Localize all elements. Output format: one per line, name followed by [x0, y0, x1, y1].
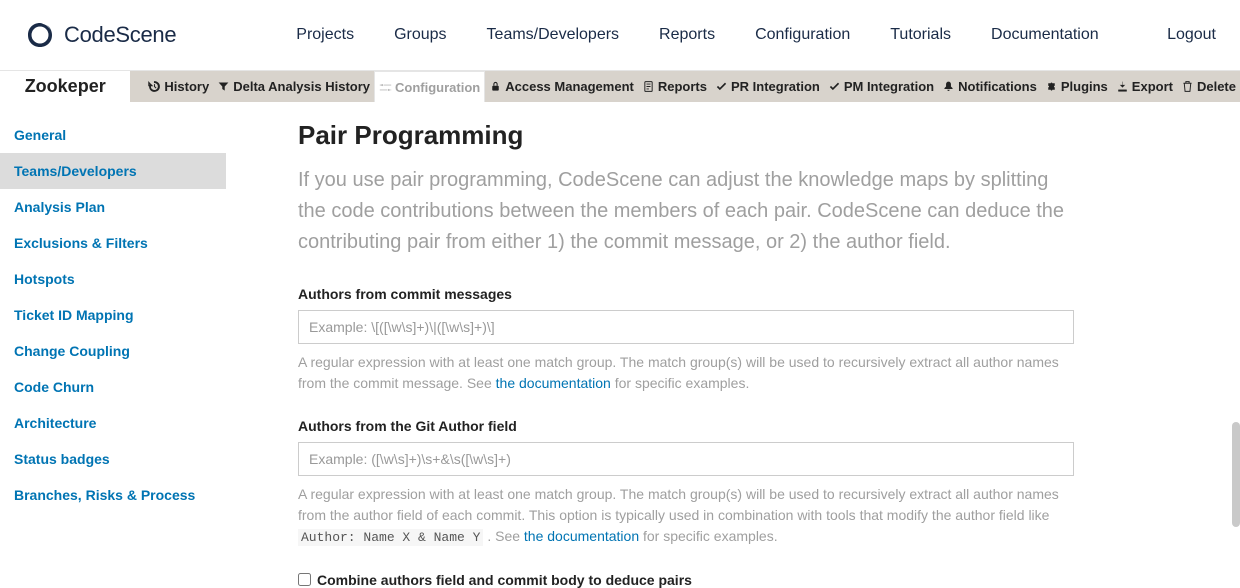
tab-label: History — [164, 79, 209, 94]
bell-icon — [942, 80, 955, 93]
sidebar-item-general[interactable]: General — [0, 117, 226, 153]
download-icon — [1116, 80, 1129, 93]
tab-label: Access Management — [505, 79, 634, 94]
tab-export[interactable]: Export — [1112, 71, 1177, 102]
brand-logo[interactable]: CodeScene — [24, 19, 176, 51]
tab-delta-analysis-history[interactable]: Delta Analysis History — [213, 71, 374, 102]
check-icon — [828, 80, 841, 93]
nav-reports[interactable]: Reports — [659, 26, 715, 44]
field2-doc-link[interactable]: the documentation — [524, 528, 639, 544]
logo-icon — [24, 19, 56, 51]
project-subheader: Zookeper History Delta Analysis History … — [0, 71, 1240, 102]
tab-label: Notifications — [958, 79, 1037, 94]
sidebar-item-code-churn[interactable]: Code Churn — [0, 369, 226, 405]
sidebar-item-branches-risks-process[interactable]: Branches, Risks & Process — [0, 477, 226, 513]
authors-git-author-input[interactable] — [298, 442, 1074, 476]
nav-tutorials[interactable]: Tutorials — [890, 26, 951, 44]
page-intro: If you use pair programming, CodeScene c… — [298, 165, 1074, 258]
sliders-icon — [379, 81, 392, 94]
tab-label: Configuration — [395, 80, 480, 95]
sidebar-item-exclusions-filters[interactable]: Exclusions & Filters — [0, 225, 226, 261]
sidebar-item-hotspots[interactable]: Hotspots — [0, 261, 226, 297]
main-content: Pair Programming If you use pair program… — [226, 102, 1146, 588]
tab-configuration[interactable]: Configuration — [374, 71, 485, 102]
combine-authors-row: Combine authors field and commit body to… — [298, 572, 1074, 588]
tab-label: Export — [1132, 79, 1173, 94]
sidebar-item-status-badges[interactable]: Status badges — [0, 441, 226, 477]
nav-configuration[interactable]: Configuration — [755, 26, 850, 44]
field1-help: A regular expression with at least one m… — [298, 352, 1074, 394]
sidebar-item-change-coupling[interactable]: Change Coupling — [0, 333, 226, 369]
check-icon — [715, 80, 728, 93]
puzzle-icon — [1045, 80, 1058, 93]
field2-label: Authors from the Git Author field — [298, 418, 1074, 434]
code-example: Author: Name X & Name Y — [298, 529, 483, 546]
tab-label: Reports — [658, 79, 707, 94]
combine-authors-checkbox[interactable] — [298, 573, 311, 586]
tab-delete[interactable]: Delete — [1177, 71, 1240, 102]
brand-name: CodeScene — [64, 22, 176, 48]
nav-logout[interactable]: Logout — [1167, 26, 1216, 44]
filter-icon — [217, 80, 230, 93]
field2-help: A regular expression with at least one m… — [298, 484, 1074, 548]
combine-authors-label: Combine authors field and commit body to… — [317, 572, 692, 588]
authors-commit-messages-input[interactable] — [298, 310, 1074, 344]
project-tabs: History Delta Analysis History Configura… — [144, 71, 1240, 102]
nav-groups[interactable]: Groups — [394, 26, 446, 44]
tab-history[interactable]: History — [144, 71, 213, 102]
trash-icon — [1181, 80, 1194, 93]
tab-label: PR Integration — [731, 79, 820, 94]
document-icon — [642, 80, 655, 93]
tab-plugins[interactable]: Plugins — [1041, 71, 1112, 102]
nav-projects[interactable]: Projects — [296, 26, 354, 44]
top-header: CodeScene Projects Groups Teams/Develope… — [0, 0, 1240, 71]
project-title: Zookeper — [0, 71, 130, 102]
nav-documentation[interactable]: Documentation — [991, 26, 1099, 44]
sidebar-item-architecture[interactable]: Architecture — [0, 405, 226, 441]
tab-label: PM Integration — [844, 79, 934, 94]
tab-pr-integration[interactable]: PR Integration — [711, 71, 824, 102]
tab-access-management[interactable]: Access Management — [485, 71, 638, 102]
config-sidebar: General Teams/Developers Analysis Plan E… — [0, 102, 226, 588]
sidebar-item-teams-developers[interactable]: Teams/Developers — [0, 153, 226, 189]
tab-notifications[interactable]: Notifications — [938, 71, 1041, 102]
lock-icon — [489, 80, 502, 93]
sidebar-item-analysis-plan[interactable]: Analysis Plan — [0, 189, 226, 225]
sidebar-item-ticket-id-mapping[interactable]: Ticket ID Mapping — [0, 297, 226, 333]
field1-doc-link[interactable]: the documentation — [496, 375, 611, 391]
tab-label: Delete — [1197, 79, 1236, 94]
scrollbar-thumb[interactable] — [1232, 422, 1240, 527]
field1-label: Authors from commit messages — [298, 286, 1074, 302]
page-title: Pair Programming — [298, 120, 1074, 151]
tab-reports[interactable]: Reports — [638, 71, 711, 102]
history-icon — [148, 80, 161, 93]
top-nav: Projects Groups Teams/Developers Reports… — [296, 26, 1167, 44]
tab-label: Delta Analysis History — [233, 79, 370, 94]
tab-pm-integration[interactable]: PM Integration — [824, 71, 938, 102]
tab-label: Plugins — [1061, 79, 1108, 94]
nav-teams-developers[interactable]: Teams/Developers — [487, 26, 620, 44]
